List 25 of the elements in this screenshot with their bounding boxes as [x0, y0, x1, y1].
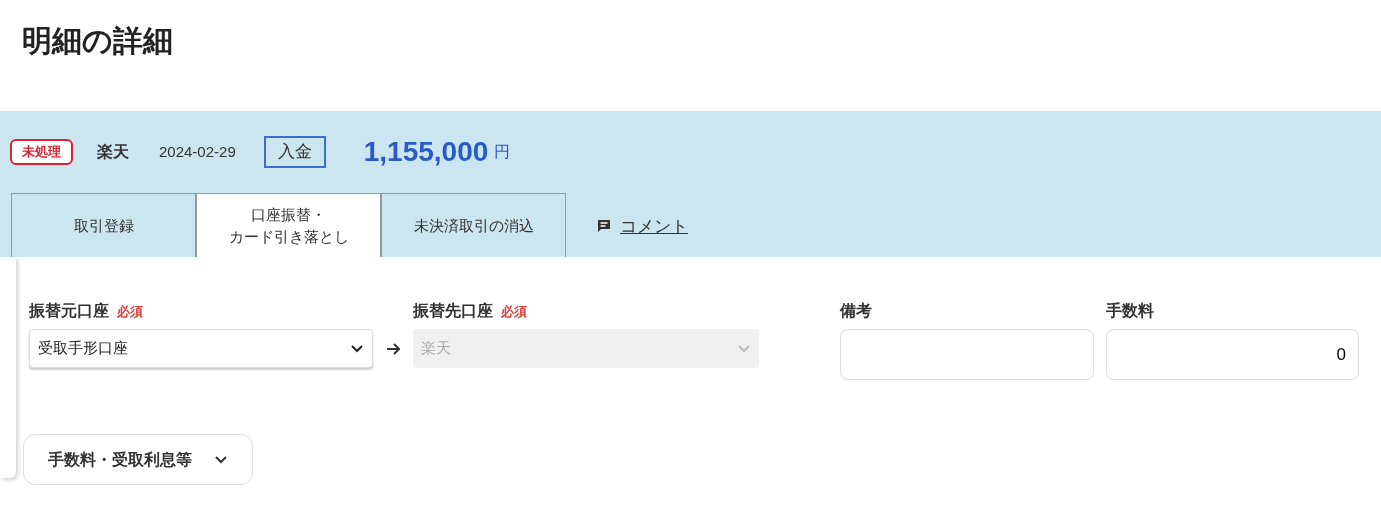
- type-badge: 入金: [263, 136, 326, 168]
- status-badge: 未処理: [10, 139, 73, 165]
- tab[interactable]: 取引登録: [11, 193, 196, 257]
- required-label: 必須: [117, 303, 143, 321]
- comment-icon: [596, 218, 612, 235]
- tab[interactable]: 口座振替・ カード引き落とし: [196, 193, 381, 257]
- memo-field[interactable]: [840, 329, 1094, 380]
- transaction-date: 2024-02-29: [159, 141, 236, 162]
- field-label: 振替先口座: [413, 300, 493, 322]
- arrow-right-icon: [386, 342, 400, 356]
- field-label: 備考: [840, 300, 872, 322]
- amount: 1,155,000: [363, 135, 489, 169]
- tab[interactable]: 未決済取引の消込: [381, 193, 566, 257]
- select-value: 楽天: [421, 338, 451, 360]
- field-label: 手数料: [1106, 300, 1154, 322]
- select-field[interactable]: 受取手形口座: [29, 329, 373, 368]
- account-name: 楽天: [97, 141, 129, 163]
- field-label: 振替元口座: [29, 300, 109, 322]
- select-value: 受取手形口座: [38, 338, 128, 360]
- page-title: 明細の詳細: [22, 22, 174, 60]
- comment-link[interactable]: コメント: [596, 213, 688, 239]
- currency: 円: [494, 141, 511, 163]
- fee-field[interactable]: 0: [1106, 329, 1359, 380]
- required-label: 必須: [501, 303, 527, 321]
- fees-expand-button[interactable]: 手数料・受取利息等: [23, 434, 253, 485]
